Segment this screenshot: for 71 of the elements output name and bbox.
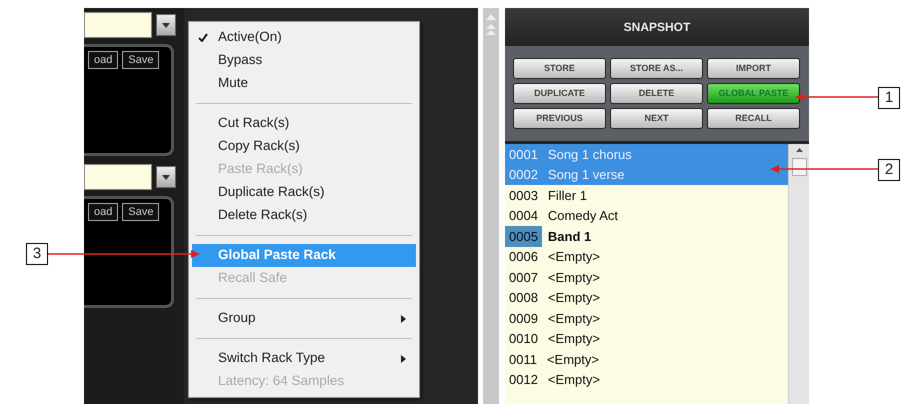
- snapshot-name: <Empty>: [546, 310, 600, 328]
- menu-item[interactable]: Bypass: [192, 49, 416, 72]
- list-row[interactable]: 0004 Comedy Act: [505, 206, 788, 226]
- snapshot-button[interactable]: DELETE: [610, 83, 703, 104]
- snapshot-button[interactable]: DUPLICATE: [513, 83, 606, 104]
- callout-label: 3: [26, 243, 48, 265]
- snapshot-number: 0012: [508, 371, 539, 389]
- up-arrow-icon[interactable]: [796, 148, 802, 152]
- snapshot-number: 0003: [508, 186, 539, 204]
- menu-item[interactable]: Duplicate Rack(s): [192, 181, 416, 204]
- snapshot-name: Song 1 verse: [546, 166, 625, 184]
- snapshot-number: 0005: [505, 226, 542, 246]
- preset-dropdown-field[interactable]: [84, 164, 152, 190]
- menu-item[interactable]: Cut Rack(s): [192, 112, 416, 135]
- snapshot-number: 0004: [508, 207, 539, 225]
- list-row[interactable]: 0003 Filler 1: [505, 185, 788, 206]
- menu-item[interactable]: Delete Rack(s): [192, 204, 416, 227]
- menu-item[interactable]: Copy Rack(s): [192, 135, 416, 158]
- snapshot-button[interactable]: STORE: [513, 58, 606, 79]
- scrollbar-thumb[interactable]: [792, 158, 806, 176]
- snapshot-name: Comedy Act: [546, 207, 618, 225]
- snapshot-name: Song 1 chorus: [546, 146, 632, 164]
- list-row[interactable]: 0011 <Empty>: [505, 349, 788, 370]
- scrollbar[interactable]: [788, 144, 809, 404]
- menu-item[interactable]: Switch Rack Type: [192, 347, 416, 370]
- snapshot-name: <Empty>: [546, 248, 600, 266]
- callout-label: 2: [878, 159, 900, 181]
- load-button[interactable]: oad: [88, 203, 118, 221]
- list-row[interactable]: 0005 Band 1: [505, 226, 788, 246]
- snapshot-name: Band 1: [546, 228, 592, 246]
- list-row[interactable]: 0007 <Empty>: [505, 267, 788, 288]
- callout-label: 1: [878, 87, 900, 109]
- snapshot-number: 0011: [508, 350, 538, 368]
- submenu-arrow-icon: [401, 315, 406, 323]
- dropdown-button[interactable]: [156, 166, 176, 188]
- checkmark-icon: [198, 33, 208, 42]
- dropdown-button[interactable]: [156, 14, 176, 36]
- submenu-arrow-icon: [401, 355, 406, 363]
- snapshot-name: Filler 1: [546, 186, 587, 204]
- menu-item[interactable]: Active(On): [192, 26, 416, 49]
- snapshot-number: 0010: [508, 330, 539, 348]
- list-row[interactable]: 0010 <Empty>: [505, 328, 788, 349]
- snapshot-name: <Empty>: [546, 330, 600, 348]
- snapshot-button[interactable]: STORE AS...: [610, 58, 703, 79]
- snapshot-number: 0007: [508, 268, 539, 286]
- snapshot-number: 0008: [508, 289, 539, 307]
- snapshot-button[interactable]: IMPORT: [707, 58, 800, 79]
- snapshot-name: <Empty>: [546, 350, 599, 369]
- snapshot-name: <Empty>: [546, 289, 600, 307]
- snapshot-number: 0009: [508, 310, 539, 328]
- list-row[interactable]: 0006 <Empty>: [505, 246, 788, 267]
- list-row[interactable]: 0009 <Empty>: [505, 308, 788, 328]
- snapshot-button[interactable]: RECALL: [707, 108, 800, 129]
- save-button[interactable]: Save: [122, 51, 160, 69]
- snapshot-button[interactable]: NEXT: [610, 108, 703, 129]
- snapshot-name: <Empty>: [546, 268, 600, 287]
- menu-item[interactable]: Group: [192, 307, 416, 330]
- snapshot-number: 0002: [508, 166, 539, 184]
- menu-item[interactable]: Mute: [192, 72, 416, 95]
- caret-icon: [162, 174, 170, 180]
- preset-dropdown-field[interactable]: [84, 12, 152, 38]
- snapshot-button[interactable]: PREVIOUS: [513, 108, 606, 129]
- save-button[interactable]: Save: [122, 203, 160, 221]
- snapshot-number: 0001: [508, 146, 539, 164]
- snapshot-number: 0006: [508, 248, 539, 266]
- list-row[interactable]: 0012 <Empty>: [505, 370, 788, 390]
- panel-title: SNAPSHOT: [505, 8, 809, 46]
- caret-icon: [162, 22, 170, 28]
- snapshot-name: <Empty>: [546, 371, 600, 389]
- list-row[interactable]: 0008 <Empty>: [505, 288, 788, 308]
- load-button[interactable]: oad: [88, 51, 118, 69]
